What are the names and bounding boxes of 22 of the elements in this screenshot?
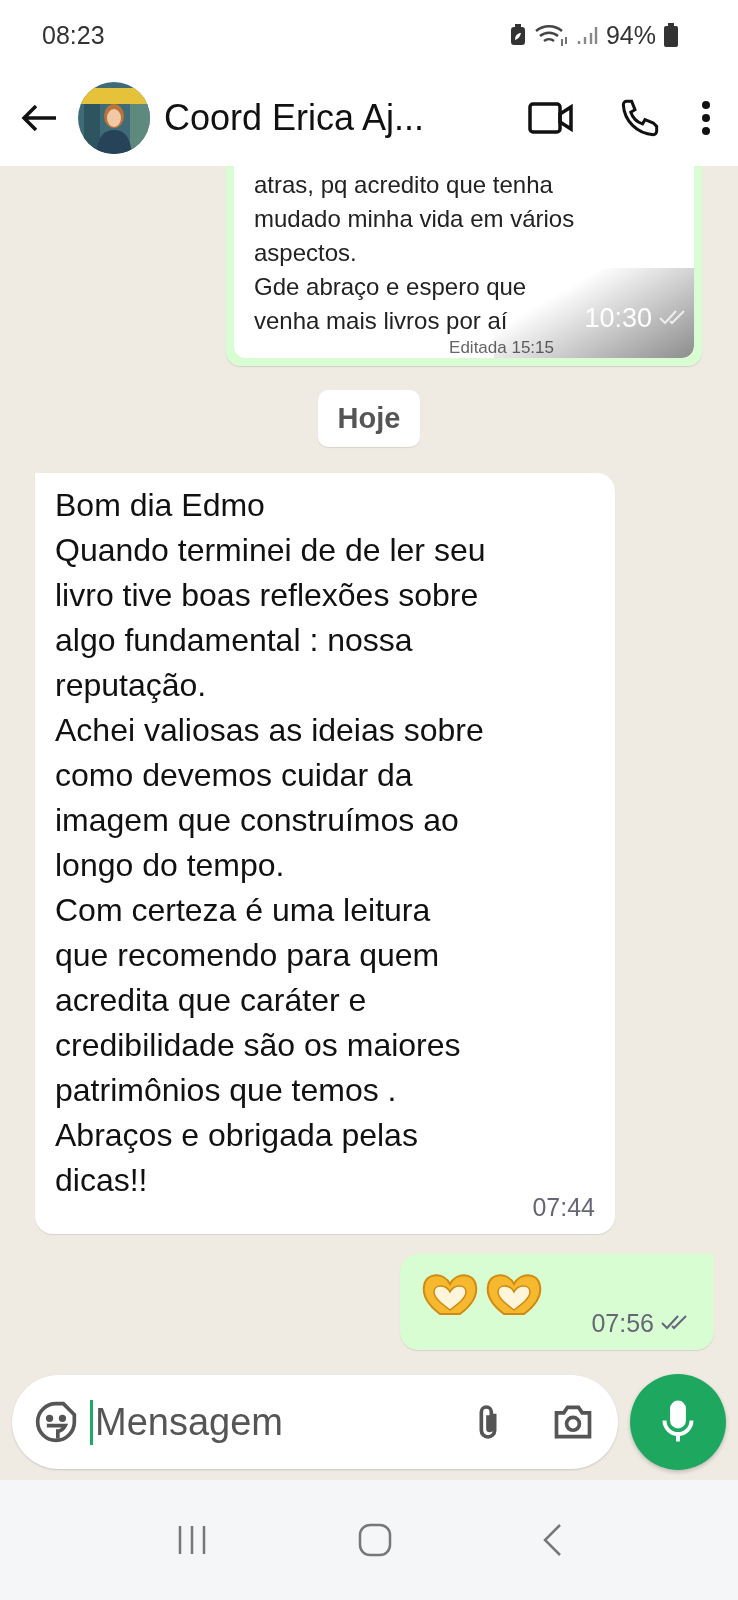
home-icon[interactable] [358, 1523, 392, 1557]
back-icon[interactable] [541, 1523, 564, 1557]
message-field[interactable]: Mensagem [12, 1375, 618, 1469]
wifi-icon [533, 23, 568, 47]
message-text: Bom dia Edmo Quando terminei de de ler seu livro tive boas reflexões sobre algo fundamental : nossa reputação. Achei valiosas as ideias sobre como devemos cuidar da imagem que construímos ao longo do tempo. Com certeza é uma leitura que recomendo para quem acredita que caráter e credibilidade são os maiores patrimônios que temos . Abraços e obrigada pelas dicas!! [55, 486, 487, 1200]
signal-icon [575, 24, 598, 46]
sticker-icon[interactable] [34, 1400, 78, 1444]
battery-saver-icon [509, 24, 526, 46]
more-options-icon[interactable] [700, 100, 712, 136]
battery-percentage: 94% [605, 20, 656, 50]
message-time: 07:56 [591, 1309, 654, 1338]
microphone-icon[interactable] [660, 1399, 696, 1445]
microphone-button[interactable] [630, 1374, 726, 1470]
message-bubble[interactable]: 07:56 [400, 1254, 714, 1350]
clock: 08:23 [42, 20, 105, 50]
date-chip: Hoje [317, 390, 421, 447]
image-text: atras, pq acredito que tenha mudado minha vida em vários aspectos. Gde abraço e espero que venha mais livros por aí [254, 170, 575, 336]
message-time: 10:30 [584, 303, 652, 334]
battery-icon [664, 23, 678, 47]
edited-label: Editada 15:15 [449, 338, 554, 358]
message-time: 07:44 [532, 1193, 595, 1222]
message-bubble[interactable] [35, 473, 615, 1234]
